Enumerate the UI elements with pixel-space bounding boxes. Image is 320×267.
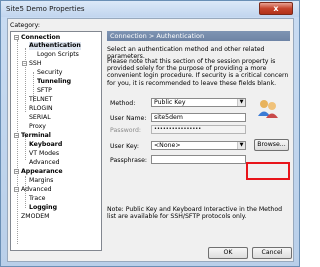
tree-item-ssh[interactable]: − SSH <box>22 60 42 68</box>
dropdown-arrow-icon[interactable]: ▼ <box>237 99 245 106</box>
tree-item-proxy[interactable]: Proxy <box>29 123 46 131</box>
tree-item-zmodem[interactable]: ZMODEM <box>21 213 49 221</box>
tree-item-margins[interactable]: Margins <box>29 177 53 185</box>
username-field[interactable]: site5dem <box>151 113 246 122</box>
title-bar: Site5 Demo Properties x <box>1 1 299 17</box>
tree-item-vt-modes[interactable]: VT Modes <box>29 150 59 158</box>
tree-item-logging[interactable]: Logging <box>29 204 57 212</box>
password-label: Password: <box>110 127 141 134</box>
cancel-button[interactable]: Cancel <box>252 247 292 259</box>
tree-item-tunneling[interactable]: Tunneling <box>37 78 71 86</box>
close-button[interactable]: x <box>259 2 293 15</box>
user-key-label: User Key: <box>110 143 139 150</box>
properties-dialog: Site5 Demo Properties x Category: − Conne… <box>0 0 300 267</box>
tree-item-appearance[interactable]: − Appearance <box>14 168 63 176</box>
user-key-value: <None> <box>154 142 181 149</box>
collapse-icon[interactable]: − <box>14 35 19 40</box>
tree-line <box>17 40 18 244</box>
browse-button[interactable]: Browse... <box>254 139 289 151</box>
method-select[interactable]: Public Key ▼ <box>151 98 246 107</box>
tree-item-authentication[interactable]: Authentication <box>29 42 81 50</box>
section-header: Connection > Authentication <box>107 31 290 41</box>
tree-item-advanced[interactable]: − Advanced <box>14 186 52 194</box>
window-title: Site5 Demo Properties <box>6 5 85 13</box>
tree-item-telnet[interactable]: TELNET <box>29 96 52 104</box>
tree-item-trace[interactable]: Trace <box>29 195 45 203</box>
security-note-text: Please note that this section of the ses… <box>107 58 289 87</box>
tree-item-sftp[interactable]: SFTP <box>37 87 52 95</box>
user-key-select[interactable]: <None> ▼ <box>151 141 246 150</box>
password-field[interactable]: •••••••••••••••• <box>151 125 246 134</box>
dropdown-arrow-icon[interactable]: ▼ <box>237 142 245 149</box>
collapse-icon[interactable]: − <box>14 169 19 174</box>
tree-line <box>25 48 26 112</box>
browse-highlight-box <box>246 162 290 180</box>
protocol-note-text: Note: Public Key and Keyboard Interactiv… <box>107 206 283 221</box>
collapse-icon[interactable]: − <box>14 187 19 192</box>
dialog-body: Category: − Connection Authentication Log… <box>7 18 294 262</box>
method-label: Method: <box>110 100 136 107</box>
tree-item-connection[interactable]: − Connection <box>14 34 60 42</box>
tree-item-terminal-advanced[interactable]: Advanced <box>29 159 60 167</box>
category-tree[interactable]: − Connection Authentication Logon Scripts… <box>10 31 102 251</box>
tree-item-security[interactable]: Security <box>37 69 62 77</box>
collapse-icon[interactable]: − <box>22 61 27 66</box>
username-label: User Name: <box>110 115 147 122</box>
ok-button[interactable]: OK <box>208 247 248 259</box>
tree-item-terminal[interactable]: − Terminal <box>14 132 51 140</box>
collapse-icon[interactable]: − <box>14 133 19 138</box>
passphrase-field[interactable] <box>151 155 246 164</box>
tree-item-serial[interactable]: SERIAL <box>29 114 51 122</box>
method-value: Public Key <box>154 99 186 106</box>
users-icon <box>258 100 278 118</box>
tree-item-logon-scripts[interactable]: Logon Scripts <box>37 51 79 59</box>
tree-item-keyboard[interactable]: Keyboard <box>29 141 62 149</box>
category-label: Category: <box>10 22 40 29</box>
passphrase-label: Passphrase: <box>110 157 147 164</box>
tree-item-rlogin[interactable]: RLOGIN <box>29 105 53 113</box>
